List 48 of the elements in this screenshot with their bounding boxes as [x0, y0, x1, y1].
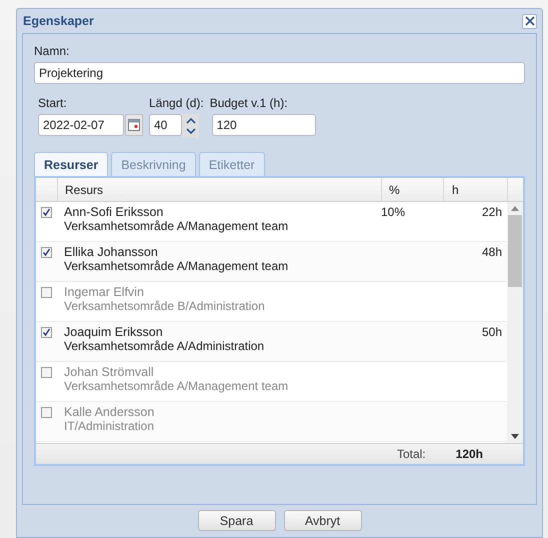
column-header[interactable]: % — [382, 178, 444, 201]
tab[interactable]: Resurser — [34, 152, 108, 176]
close-icon — [524, 16, 534, 26]
field-label: Budget v.1 (h): — [210, 96, 289, 110]
hours-cell: 48h — [482, 245, 502, 259]
checkbox[interactable] — [41, 287, 52, 298]
resource-group: IT/Administration — [64, 419, 381, 433]
scroll-up-icon — [511, 206, 519, 211]
close-button[interactable] — [522, 14, 537, 28]
percent-cell: 10% — [381, 205, 406, 219]
dialog-title: Egenskaper — [23, 14, 94, 28]
save-button[interactable]: Spara — [198, 510, 276, 531]
total-label: Total: — [396, 447, 426, 461]
checkbox[interactable] — [41, 327, 52, 338]
resource-name: Ellika Johansson — [64, 245, 159, 259]
name-field[interactable]: Projektering — [34, 62, 525, 84]
hours-cell: 50h — [482, 325, 502, 339]
resource-group: Verksamhetsområde A/Management team — [64, 219, 381, 233]
resource-name: Ann-Sofi Eriksson — [64, 205, 164, 219]
spinner-button[interactable] — [182, 114, 199, 138]
calendar-button[interactable] — [125, 114, 143, 136]
resource-name: Joaquim Eriksson — [64, 325, 164, 339]
resource-name: Johan Strömvall — [64, 365, 155, 379]
field-label: Start: — [38, 96, 68, 110]
checkbox[interactable] — [41, 247, 52, 258]
field-label: Längd (d): — [149, 96, 204, 110]
length-field[interactable]: 40 — [149, 114, 182, 136]
up-down-arrows-icon — [184, 115, 198, 137]
resource-name: Ingemar Elfvin — [64, 285, 145, 299]
resource-group: Verksamhetsområde A/Administration — [64, 339, 381, 353]
column-header[interactable]: h — [444, 178, 508, 201]
column-header[interactable]: Resurs — [58, 178, 382, 201]
scroll-down-icon — [511, 434, 519, 439]
scrollbar[interactable] — [507, 202, 523, 443]
calendar-icon — [128, 119, 140, 131]
resource-group: Verksamhetsområde B/Administration — [64, 299, 381, 313]
date-field[interactable]: 2022-02-07 — [38, 114, 124, 136]
resource-group: Verksamhetsområde A/Management team — [64, 379, 381, 393]
checkbox[interactable] — [41, 407, 52, 418]
resource-group: Verksamhetsområde A/Management team — [64, 259, 381, 273]
checkbox[interactable] — [41, 207, 52, 218]
cancel-button[interactable]: Avbryt — [284, 510, 362, 531]
resource-name: Kalle Andersson — [64, 405, 156, 419]
hours-cell: 22h — [482, 205, 502, 219]
budget-field[interactable]: 120 — [212, 114, 316, 136]
field-label: Namn: — [34, 44, 70, 58]
total-value: 120h — [456, 447, 483, 461]
checkbox[interactable] — [41, 367, 52, 378]
